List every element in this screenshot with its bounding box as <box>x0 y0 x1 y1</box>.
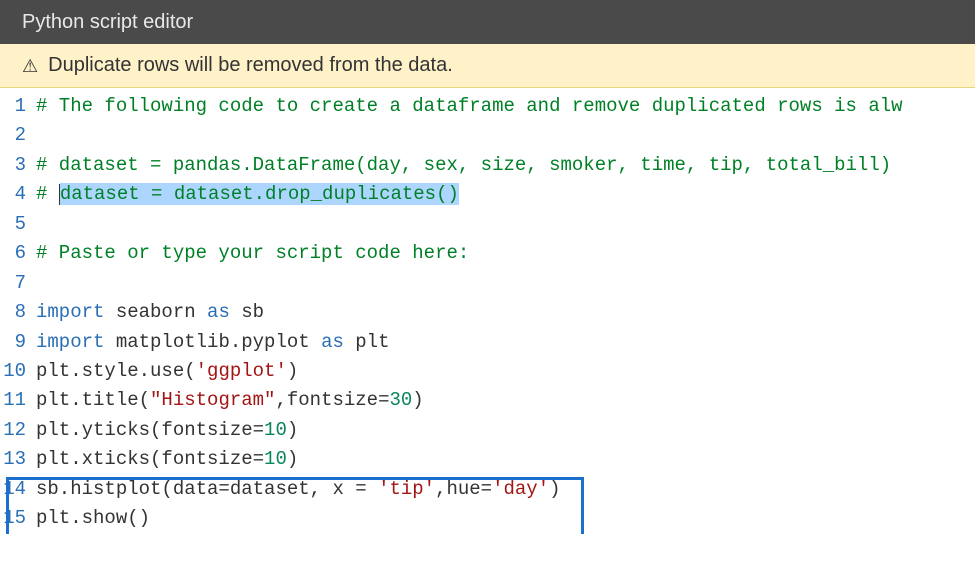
token: plt.xticks(fontsize= <box>36 448 264 470</box>
token: # <box>36 183 59 205</box>
code-line[interactable]: 7 <box>0 269 975 298</box>
token: # dataset = pandas.DataFrame(day, sex, s… <box>36 154 891 176</box>
token: import <box>36 301 104 323</box>
token: dataset = dataset.drop_duplicates() <box>60 183 459 205</box>
line-number: 14 <box>0 475 36 504</box>
code-content[interactable]: # dataset = pandas.DataFrame(day, sex, s… <box>36 151 975 180</box>
line-number: 5 <box>0 210 36 239</box>
code-line[interactable]: 14sb.histplot(data=dataset, x = 'tip',hu… <box>0 475 975 504</box>
line-number: 1 <box>0 92 36 121</box>
editor-title-bar: Python script editor <box>0 0 975 44</box>
token: as <box>207 301 230 323</box>
token: sb.histplot(data=dataset, x = <box>36 478 378 500</box>
token: 30 <box>389 389 412 411</box>
token: 10 <box>264 419 287 441</box>
token: # The following code to create a datafra… <box>36 95 903 117</box>
code-content[interactable]: import matplotlib.pyplot as plt <box>36 328 975 357</box>
token: # Paste or type your script code here: <box>36 242 469 264</box>
token: ) <box>549 478 560 500</box>
code-line[interactable]: 8import seaborn as sb <box>0 298 975 327</box>
warning-bar: ⚠ Duplicate rows will be removed from th… <box>0 44 975 88</box>
token: ,hue= <box>435 478 492 500</box>
token: ,fontsize= <box>275 389 389 411</box>
line-number: 11 <box>0 386 36 415</box>
code-editor[interactable]: 1# The following code to create a datafr… <box>0 88 975 534</box>
line-number: 6 <box>0 239 36 268</box>
code-content[interactable]: plt.xticks(fontsize=10) <box>36 445 975 474</box>
token: ) <box>287 448 298 470</box>
code-content[interactable]: # dataset = dataset.drop_duplicates() <box>36 180 975 209</box>
code-line[interactable]: 11plt.title("Histogram",fontsize=30) <box>0 386 975 415</box>
code-content[interactable]: # Paste or type your script code here: <box>36 239 975 268</box>
token: 'ggplot' <box>196 360 287 382</box>
code-content[interactable]: sb.histplot(data=dataset, x = 'tip',hue=… <box>36 475 975 504</box>
line-number: 9 <box>0 328 36 357</box>
token: 'tip' <box>378 478 435 500</box>
token: plt.title( <box>36 389 150 411</box>
code-line[interactable]: 6# Paste or type your script code here: <box>0 239 975 268</box>
warning-icon: ⚠ <box>22 57 38 75</box>
code-line[interactable]: 2 <box>0 121 975 150</box>
code-line[interactable]: 3# dataset = pandas.DataFrame(day, sex, … <box>0 151 975 180</box>
token: ) <box>287 419 298 441</box>
token: plt.yticks(fontsize= <box>36 419 264 441</box>
line-number: 13 <box>0 445 36 474</box>
code-content[interactable]: plt.style.use('ggplot') <box>36 357 975 386</box>
line-number: 3 <box>0 151 36 180</box>
code-line[interactable]: 9import matplotlib.pyplot as plt <box>0 328 975 357</box>
token: import <box>36 331 104 353</box>
token: plt.show() <box>36 507 150 529</box>
editor-title: Python script editor <box>22 11 193 34</box>
code-line[interactable]: 12plt.yticks(fontsize=10) <box>0 416 975 445</box>
line-number: 7 <box>0 269 36 298</box>
line-number: 4 <box>0 180 36 209</box>
code-line[interactable]: 10plt.style.use('ggplot') <box>0 357 975 386</box>
line-number: 12 <box>0 416 36 445</box>
code-line[interactable]: 1# The following code to create a datafr… <box>0 92 975 121</box>
token: ) <box>287 360 298 382</box>
line-number: 2 <box>0 121 36 150</box>
token: sb <box>230 301 264 323</box>
code-content[interactable]: plt.show() <box>36 504 975 533</box>
code-content[interactable]: import seaborn as sb <box>36 298 975 327</box>
token: matplotlib.pyplot <box>104 331 321 353</box>
line-number: 10 <box>0 357 36 386</box>
token: as <box>321 331 344 353</box>
token: seaborn <box>104 301 207 323</box>
line-number: 15 <box>0 504 36 533</box>
line-number: 8 <box>0 298 36 327</box>
code-line[interactable]: 4# dataset = dataset.drop_duplicates() <box>0 180 975 209</box>
token: plt.style.use( <box>36 360 196 382</box>
code-line[interactable]: 15plt.show() <box>0 504 975 533</box>
code-line[interactable]: 13plt.xticks(fontsize=10) <box>0 445 975 474</box>
token: ) <box>412 389 423 411</box>
code-content[interactable]: # The following code to create a datafra… <box>36 92 975 121</box>
token: 'day' <box>492 478 549 500</box>
token: "Histogram" <box>150 389 275 411</box>
warning-text: Duplicate rows will be removed from the … <box>48 54 453 77</box>
code-line[interactable]: 5 <box>0 210 975 239</box>
code-content[interactable]: plt.title("Histogram",fontsize=30) <box>36 386 975 415</box>
token: 10 <box>264 448 287 470</box>
code-content[interactable]: plt.yticks(fontsize=10) <box>36 416 975 445</box>
token: plt <box>344 331 390 353</box>
